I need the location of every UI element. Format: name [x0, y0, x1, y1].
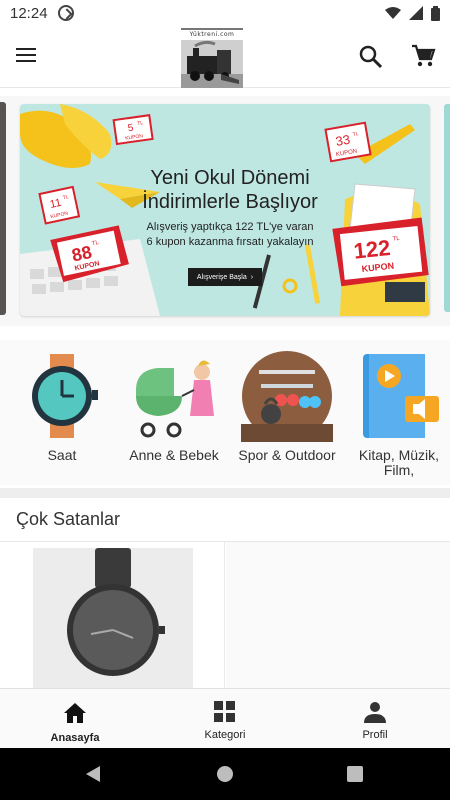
- next-banner-peek[interactable]: [444, 104, 450, 312]
- coupon-5: 5 TL KUPON: [112, 114, 154, 146]
- watch-icon: [16, 350, 108, 442]
- category-watch[interactable]: Saat: [12, 350, 112, 463]
- status-bar: 12:24: [0, 0, 450, 26]
- book-icon: [353, 350, 445, 442]
- system-navigation-bar: [0, 748, 450, 800]
- svg-text:122: 122: [352, 235, 391, 264]
- logo[interactable]: Yüktreni.com: [181, 28, 243, 88]
- category-label: Kitap, Müzik, Film,: [358, 447, 440, 478]
- banner-title: Yeni Okul Dönemi İndirimlerle Başlıyor: [130, 166, 330, 214]
- chevron-right-icon: ›: [250, 273, 254, 281]
- stroller-icon: [128, 350, 220, 442]
- banner-subtitle-line-2: 6 kupon kazanma fırsatı yakalayın: [146, 236, 314, 248]
- nav-profile[interactable]: Profil: [300, 689, 450, 749]
- svg-text:TL: TL: [392, 236, 400, 243]
- product-image: [33, 548, 193, 688]
- category-label: Anne & Bebek: [129, 447, 219, 463]
- category-books-music-film[interactable]: Kitap, Müzik, Film,: [349, 350, 449, 478]
- product-slot-empty: [226, 542, 450, 688]
- svg-text:33: 33: [334, 132, 351, 149]
- svg-text:TL: TL: [137, 120, 144, 127]
- train-logo-icon: [181, 40, 243, 88]
- hamburger-icon: [16, 48, 36, 50]
- home-circle-icon[interactable]: [215, 764, 235, 784]
- category-mother-baby[interactable]: Anne & Bebek: [124, 350, 224, 463]
- nav-profile-label: Profil: [362, 729, 388, 741]
- wifi-icon: [385, 7, 401, 19]
- status-time: 12:24: [10, 4, 48, 22]
- banner-title-line-2: İndirimlerle Başlıyor: [142, 191, 318, 213]
- category-sport-outdoor[interactable]: Spor & Outdoor: [237, 350, 337, 463]
- banner-subtitle-line-1: Alışveriş yaptıkça 122 TL'ye varan: [146, 221, 314, 233]
- grid-icon: [214, 701, 235, 722]
- svg-text:11: 11: [49, 197, 63, 211]
- status-icons: [385, 5, 440, 21]
- cart-icon: [412, 44, 436, 67]
- recent-apps-icon[interactable]: [345, 764, 365, 784]
- signal-icon: [409, 6, 423, 20]
- section-divider: [0, 488, 450, 498]
- dumbbell-icon: [241, 350, 333, 442]
- category-label: Saat: [47, 447, 77, 463]
- menu-button[interactable]: [16, 44, 44, 70]
- previous-banner-peek[interactable]: [0, 102, 6, 315]
- banner-title-line-1: Yeni Okul Dönemi: [150, 167, 310, 189]
- home-icon: [64, 703, 86, 723]
- app-header: Yüktreni.com: [0, 26, 450, 88]
- category-label: Spor & Outdoor: [238, 447, 336, 463]
- logo-rule: [181, 28, 243, 30]
- category-strip: Saat Anne & Bebek Spor & Outdoor Kitap, …: [0, 340, 450, 485]
- sync-icon: [57, 5, 74, 21]
- product-card[interactable]: [0, 542, 225, 688]
- banner-carousel[interactable]: 5 TL KUPON 11 TL KUPON 33 TL KUPON 88 TL…: [0, 96, 450, 326]
- coupon-33: 33 TL KUPON: [324, 121, 372, 163]
- nav-home-label: Anasayfa: [50, 732, 100, 744]
- search-icon: [359, 45, 383, 69]
- shop-now-button[interactable]: Alışverişe Başla ›: [188, 268, 262, 286]
- battery-icon: [431, 5, 440, 21]
- back-icon[interactable]: [84, 764, 104, 784]
- cart-button[interactable]: [410, 43, 436, 69]
- hamburger-line: [16, 60, 36, 62]
- search-button[interactable]: [358, 44, 384, 70]
- hamburger-line: [16, 54, 36, 56]
- coupon-11: 11 TL KUPON: [38, 185, 81, 225]
- coupon-122: 122 TL KUPON: [332, 217, 429, 287]
- shop-now-label: Alışverişe Başla: [196, 273, 247, 281]
- best-sellers-title: Çok Satanlar: [16, 509, 121, 529]
- nav-home[interactable]: Anasayfa: [0, 689, 150, 749]
- nav-category-label: Kategori: [204, 729, 246, 741]
- nav-category[interactable]: Kategori: [150, 689, 300, 749]
- bottom-navigation: Anasayfa Kategori Profil: [0, 688, 450, 748]
- person-icon: [364, 702, 386, 723]
- promo-banner[interactable]: 5 TL KUPON 11 TL KUPON 33 TL KUPON 88 TL…: [20, 104, 430, 316]
- logo-text: Yüktreni.com: [189, 31, 235, 38]
- banner-subtitle: Alışveriş yaptıkça 122 TL'ye varan 6 kup…: [125, 220, 335, 250]
